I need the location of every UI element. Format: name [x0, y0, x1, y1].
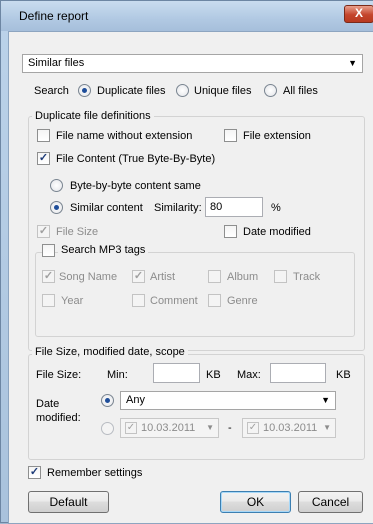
title-bar[interactable]: Define report X — [1, 1, 373, 31]
similar-content-label[interactable]: Similar content — [70, 202, 143, 214]
min-size-input[interactable] — [153, 363, 200, 383]
unique-files-label[interactable]: Unique files — [194, 85, 251, 97]
file-size-row-label: File Size: — [36, 369, 82, 381]
remember-settings-label[interactable]: Remember settings — [47, 467, 142, 479]
year-checkbox[interactable] — [42, 294, 55, 307]
file-extension-checkbox[interactable] — [224, 129, 237, 142]
album-checkbox[interactable] — [208, 270, 221, 283]
file-extension-label[interactable]: File extension — [243, 130, 311, 142]
file-content-checkbox[interactable]: ✓ — [37, 152, 50, 165]
search-label: Search — [34, 85, 69, 97]
date-modified-label[interactable]: Date modified — [243, 226, 311, 238]
min-unit: KB — [206, 369, 221, 381]
radio-byte-content-same[interactable] — [50, 179, 63, 192]
max-size-input[interactable] — [270, 363, 326, 383]
all-files-label[interactable]: All files — [283, 85, 318, 97]
byte-content-same-label[interactable]: Byte-by-byte content same — [70, 180, 201, 192]
default-button[interactable]: Default — [28, 491, 109, 513]
artist-checkbox[interactable]: ✓ — [132, 270, 145, 283]
date-any-value: Any — [126, 394, 145, 406]
dialog-body: Similar files ▼ Search Duplicate files U… — [8, 31, 373, 524]
song-name-label: Song Name — [59, 271, 118, 283]
similarity-label: Similarity: — [154, 202, 202, 214]
file-size-checkbox[interactable]: ✓ — [37, 225, 50, 238]
min-label: Min: — [107, 369, 128, 381]
year-label: Year — [61, 295, 84, 307]
date-from-value: 10.03.2011 — [141, 422, 196, 434]
max-label: Max: — [237, 369, 261, 381]
radio-date-range[interactable] — [101, 422, 114, 435]
similarity-unit: % — [271, 202, 281, 214]
similarity-input[interactable]: 80 — [205, 197, 263, 217]
comment-label: Comment — [150, 295, 198, 307]
close-button[interactable]: X — [344, 5, 373, 23]
duplicate-definitions-title: Duplicate file definitions — [32, 110, 154, 122]
chevron-down-icon: ▼ — [321, 395, 330, 405]
radio-similar-content[interactable] — [50, 201, 63, 214]
artist-label: Artist — [150, 271, 176, 283]
radio-duplicate-files[interactable] — [78, 84, 91, 97]
date-to-value: 10.03.2011 — [263, 422, 318, 434]
genre-label: Genre — [227, 295, 258, 307]
date-to-checkbox[interactable]: ✓ — [247, 422, 259, 434]
window-title: Define report — [19, 9, 89, 23]
album-label: Album — [227, 271, 259, 283]
date-label-line2: modified: — [36, 412, 81, 424]
close-icon: X — [354, 6, 363, 20]
max-unit: KB — [336, 369, 351, 381]
radio-date-any[interactable] — [101, 394, 114, 407]
date-to-picker[interactable]: ✓ 10.03.2011 ▼ — [242, 418, 336, 438]
date-any-select[interactable]: Any ▼ — [120, 391, 336, 410]
track-label: Track — [293, 271, 321, 283]
chevron-down-icon: ▼ — [348, 58, 357, 68]
chevron-down-icon: ▼ — [206, 423, 214, 432]
date-label-line1: Date — [36, 398, 60, 410]
comment-checkbox[interactable] — [132, 294, 145, 307]
file-content-label[interactable]: File Content (True Byte-By-Byte) — [56, 153, 215, 165]
genre-checkbox[interactable] — [208, 294, 221, 307]
file-name-no-ext-label[interactable]: File name without extension — [56, 130, 192, 142]
remember-settings-checkbox[interactable]: ✓ — [28, 466, 41, 479]
date-modified-checkbox[interactable] — [224, 225, 237, 238]
ok-button[interactable]: OK — [220, 491, 291, 513]
radio-all-files[interactable] — [264, 84, 277, 97]
duplicate-files-label[interactable]: Duplicate files — [97, 85, 165, 97]
date-from-picker[interactable]: ✓ 10.03.2011 ▼ — [120, 418, 219, 438]
cancel-button[interactable]: Cancel — [298, 491, 363, 513]
file-size-label: File Size — [56, 226, 99, 238]
mp3-tags-checkbox[interactable] — [42, 244, 55, 257]
mp3-tags-title[interactable]: Search MP3 tags — [58, 244, 149, 256]
chevron-down-icon: ▼ — [323, 423, 331, 432]
report-type-value: Similar files — [28, 57, 85, 69]
song-name-checkbox[interactable]: ✓ — [42, 270, 55, 283]
date-range-dash: - — [228, 422, 232, 434]
size-date-title: File Size, modified date, scope — [32, 346, 188, 358]
track-checkbox[interactable] — [274, 270, 287, 283]
date-from-checkbox[interactable]: ✓ — [125, 422, 137, 434]
radio-unique-files[interactable] — [176, 84, 189, 97]
define-report-window: Define report X Similar files ▼ Search D… — [0, 0, 373, 524]
report-type-select[interactable]: Similar files ▼ — [22, 54, 363, 73]
file-name-no-ext-checkbox[interactable] — [37, 129, 50, 142]
